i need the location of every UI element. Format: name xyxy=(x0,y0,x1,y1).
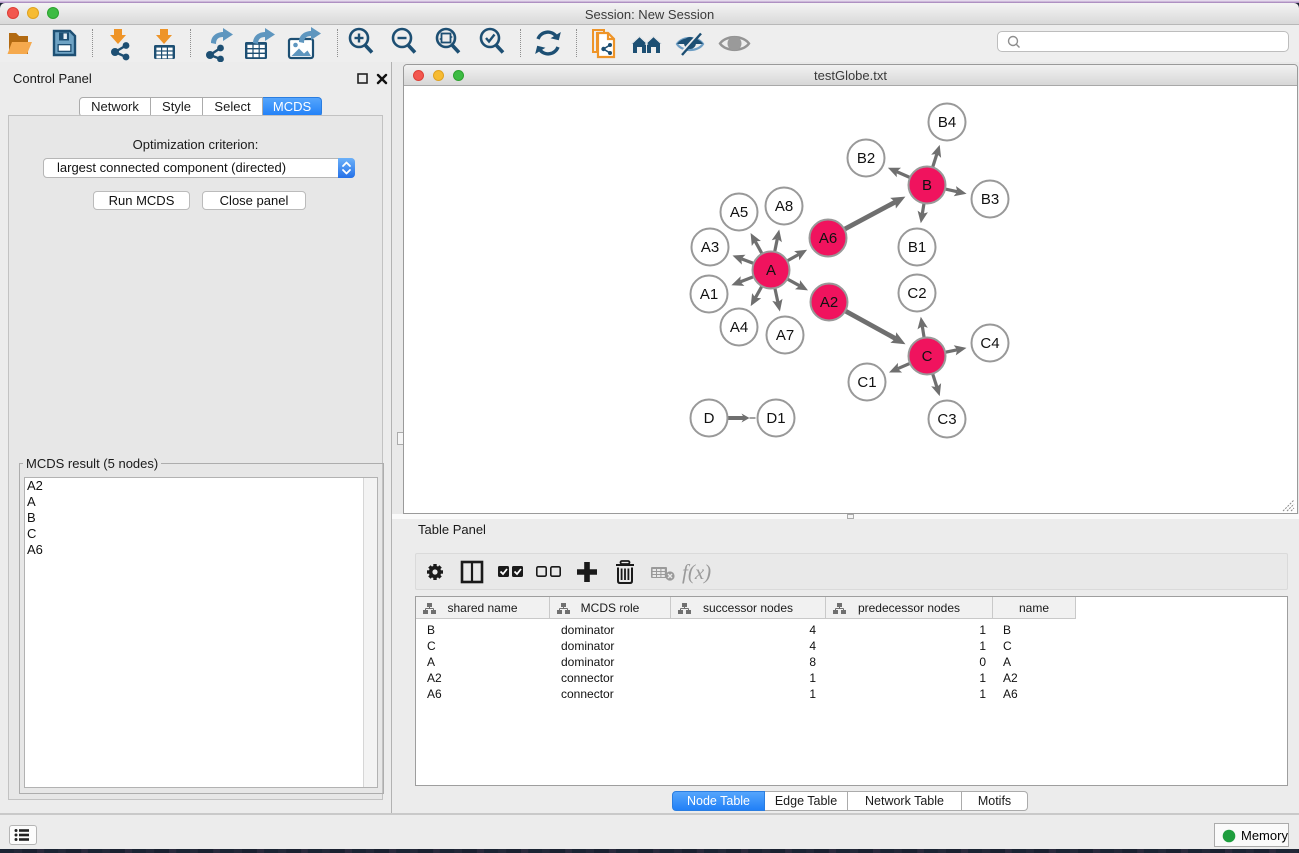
svg-text:C4: C4 xyxy=(980,335,999,352)
svg-text:B: B xyxy=(922,177,932,194)
svg-text:A3: A3 xyxy=(701,239,719,256)
svg-text:B2: B2 xyxy=(857,150,875,167)
svg-text:C2: C2 xyxy=(907,285,926,302)
svg-text:A1: A1 xyxy=(700,286,718,303)
svg-text:A8: A8 xyxy=(775,198,793,215)
svg-text:B1: B1 xyxy=(908,239,926,256)
svg-text:C: C xyxy=(922,348,933,365)
svg-text:B4: B4 xyxy=(938,114,956,131)
svg-text:C1: C1 xyxy=(857,374,876,391)
svg-text:A: A xyxy=(766,262,776,279)
svg-text:f(x): f(x) xyxy=(682,560,711,584)
svg-text:A6: A6 xyxy=(819,230,837,247)
svg-text:D: D xyxy=(704,410,715,427)
svg-text:A7: A7 xyxy=(776,327,794,344)
svg-text:A5: A5 xyxy=(730,204,748,221)
svg-text:A4: A4 xyxy=(730,319,748,336)
svg-text:A2: A2 xyxy=(820,294,838,311)
svg-text:C3: C3 xyxy=(937,411,956,428)
svg-text:D1: D1 xyxy=(766,410,785,427)
svg-text:B3: B3 xyxy=(981,191,999,208)
